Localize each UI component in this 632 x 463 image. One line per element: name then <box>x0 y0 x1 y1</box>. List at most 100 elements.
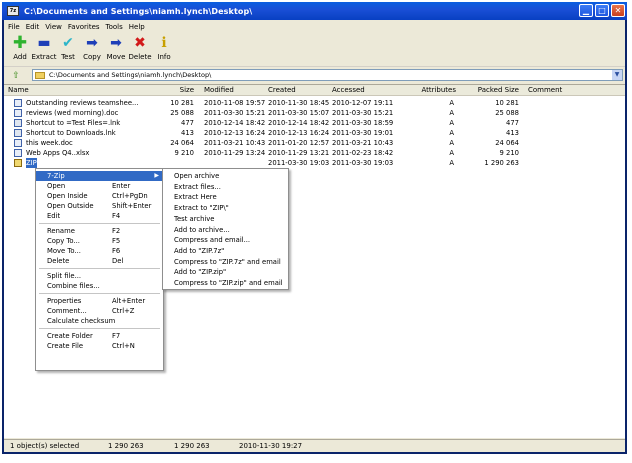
submenu-item-label: Test archive <box>174 214 215 223</box>
menu-item-shortcut: Ctrl+Z <box>112 307 135 315</box>
menu-tools[interactable]: Tools <box>106 23 123 31</box>
submenu-item-5[interactable]: Add to archive... <box>163 225 288 235</box>
menu-item-label: Rename <box>47 227 75 235</box>
submenu-item-8[interactable]: Compress to "ZIP.7z" and email <box>163 257 288 267</box>
table-row[interactable]: Web Apps Q4..xlsx 9 210 2010-11-29 13:24 20… <box>4 148 625 158</box>
cell-packed: 413 <box>506 129 519 137</box>
cell-size: 9 210 <box>174 149 194 157</box>
submenu-item-0[interactable]: Open archive <box>163 171 288 181</box>
menu-bar: File Edit View Favorites Tools Help <box>4 20 625 34</box>
submenu-item-6[interactable]: Compress and email... <box>163 235 288 245</box>
copy-button[interactable]: ➡ Copy <box>80 35 104 66</box>
menu-favorites[interactable]: Favorites <box>68 23 100 31</box>
cell-accessed: 2011-03-30 19:01 <box>332 129 394 137</box>
cell-size: 477 <box>181 119 194 127</box>
folder-icon <box>35 71 45 79</box>
cell-attr: A <box>449 119 454 127</box>
table-row[interactable]: Outstanding reviews teamshee... 10 281 201… <box>4 98 625 108</box>
column-header-attributes[interactable]: Attributes <box>421 86 456 94</box>
status-size: 1 290 263 <box>108 442 144 450</box>
context-menu-item-create-file[interactable]: Create File Ctrl+N <box>36 341 163 351</box>
column-header-name[interactable]: Name <box>8 86 29 94</box>
context-menu-item-delete[interactable]: Delete Del <box>36 256 163 266</box>
menu-item-shortcut: Alt+Enter <box>112 297 146 305</box>
table-row[interactable]: Shortcut to =Test Files=.lnk 477 2010-12-1… <box>4 118 625 128</box>
context-menu-item-7-zip[interactable]: 7-Zip ▶ <box>36 171 163 181</box>
address-field[interactable]: C:\Documents and Settings\niamh.lynch\De… <box>32 69 623 81</box>
title-bar[interactable]: 7z C:\Documents and Settings\niamh.lynch… <box>2 2 627 20</box>
cell-size: 10 281 <box>170 99 194 107</box>
delete-button[interactable]: ✖ Delete <box>128 35 152 66</box>
menu-edit[interactable]: Edit <box>26 23 40 31</box>
context-menu-item-open[interactable]: Open Enter <box>36 181 163 191</box>
context-menu-item-open-outside[interactable]: Open Outside Shift+Enter <box>36 201 163 211</box>
cell-name: Shortcut to =Test Files=.lnk <box>26 119 121 127</box>
chevron-down-icon[interactable]: ▼ <box>612 70 622 80</box>
check-icon: ✔ <box>62 35 74 51</box>
cell-modified: 2010-11-29 13:24 <box>204 149 266 157</box>
delete-label: Delete <box>128 53 152 61</box>
submenu-item-4[interactable]: Test archive <box>163 214 288 224</box>
context-menu-item-split-file[interactable]: Split file... <box>36 271 163 281</box>
column-header-created[interactable]: Created <box>268 86 296 94</box>
submenu-item-10[interactable]: Compress to "ZIP.zip" and email <box>163 278 288 288</box>
menu-file[interactable]: File <box>8 23 20 31</box>
menu-item-label: Copy To... <box>47 237 80 245</box>
add-button[interactable]: ✚ Add <box>8 35 32 66</box>
maximize-button[interactable]: □ <box>595 4 609 17</box>
menu-item-label: Open Outside <box>47 202 94 210</box>
context-menu-item-move-to[interactable]: Move To... F6 <box>36 246 163 256</box>
column-header-size[interactable]: Size <box>180 86 194 94</box>
menu-item-shortcut: Shift+Enter <box>112 202 152 210</box>
context-menu-item-open-inside[interactable]: Open Inside Ctrl+PgDn <box>36 191 163 201</box>
cell-accessed: 2010-12-07 19:11 <box>332 99 394 107</box>
table-row[interactable]: Shortcut to Downloads.lnk 413 2010-12-13 1… <box>4 128 625 138</box>
column-header-comment[interactable]: Comment <box>528 86 562 94</box>
cell-attr: A <box>449 149 454 157</box>
context-menu-item-edit[interactable]: Edit F4 <box>36 211 163 221</box>
table-row[interactable]: ZIP 2011-03-30 19:03 2011-03-30 19:03 A 1 29… <box>4 158 625 168</box>
address-bar: ⇧ C:\Documents and Settings\niamh.lynch\… <box>4 69 625 82</box>
menu-help[interactable]: Help <box>129 23 145 31</box>
table-row[interactable]: reviews (wed morning).doc 25 088 2011-03-3… <box>4 108 625 118</box>
cell-created: 2010-12-13 16:24 <box>268 129 330 137</box>
close-button[interactable]: ✕ <box>611 4 625 17</box>
submenu-item-label: Add to "ZIP.zip" <box>174 268 227 277</box>
cell-created: 2011-01-20 12:57 <box>268 139 330 147</box>
column-header-accessed[interactable]: Accessed <box>332 86 365 94</box>
menu-item-shortcut: F7 <box>112 332 121 340</box>
cell-created: 2010-11-30 18:45 <box>268 99 330 107</box>
column-header-modified[interactable]: Modified <box>204 86 234 94</box>
context-menu-item-copy-to[interactable]: Copy To... F5 <box>36 236 163 246</box>
context-menu-item-combine-files[interactable]: Combine files... <box>36 281 163 291</box>
table-row[interactable]: this week.doc 24 064 2011-03-21 10:43 2011-… <box>4 138 625 148</box>
info-button[interactable]: ℹ Info <box>152 35 176 66</box>
menu-separator <box>39 328 160 329</box>
submenu-item-1[interactable]: Extract files... <box>163 182 288 192</box>
up-folder-icon[interactable]: ⇧ <box>10 70 22 82</box>
menu-item-shortcut: F6 <box>112 247 121 255</box>
move-button[interactable]: ➡ Move <box>104 35 128 66</box>
submenu-item-3[interactable]: Extract to "ZIP\" <box>163 203 288 213</box>
context-menu-item-calculate-checksum[interactable]: Calculate checksum <box>36 316 163 326</box>
cell-packed: 25 088 <box>495 109 519 117</box>
context-menu-item-create-folder[interactable]: Create Folder F7 <box>36 331 163 341</box>
minus-icon: ▬ <box>37 35 51 51</box>
context-menu-item-rename[interactable]: Rename F2 <box>36 226 163 236</box>
cell-size: 24 064 <box>170 139 194 147</box>
test-button[interactable]: ✔ Test <box>56 35 80 66</box>
menu-item-shortcut: F4 <box>112 212 121 220</box>
minimize-button[interactable]: ▁ <box>579 4 593 17</box>
menu-view[interactable]: View <box>45 23 62 31</box>
cell-size: 413 <box>181 129 194 137</box>
delete-x-icon: ✖ <box>134 35 146 51</box>
submenu-item-9[interactable]: Add to "ZIP.zip" <box>163 267 288 277</box>
context-menu-item-comment[interactable]: Comment... Ctrl+Z <box>36 306 163 316</box>
extract-button[interactable]: ▬ Extract <box>31 35 56 66</box>
submenu-item-label: Open archive <box>174 172 220 180</box>
shortcut-file-icon <box>14 119 22 127</box>
context-menu-item-properties[interactable]: Properties Alt+Enter <box>36 296 163 306</box>
submenu-item-7[interactable]: Add to "ZIP.7z" <box>163 246 288 256</box>
column-header-packed-size[interactable]: Packed Size <box>478 86 519 94</box>
submenu-item-2[interactable]: Extract Here <box>163 192 288 202</box>
